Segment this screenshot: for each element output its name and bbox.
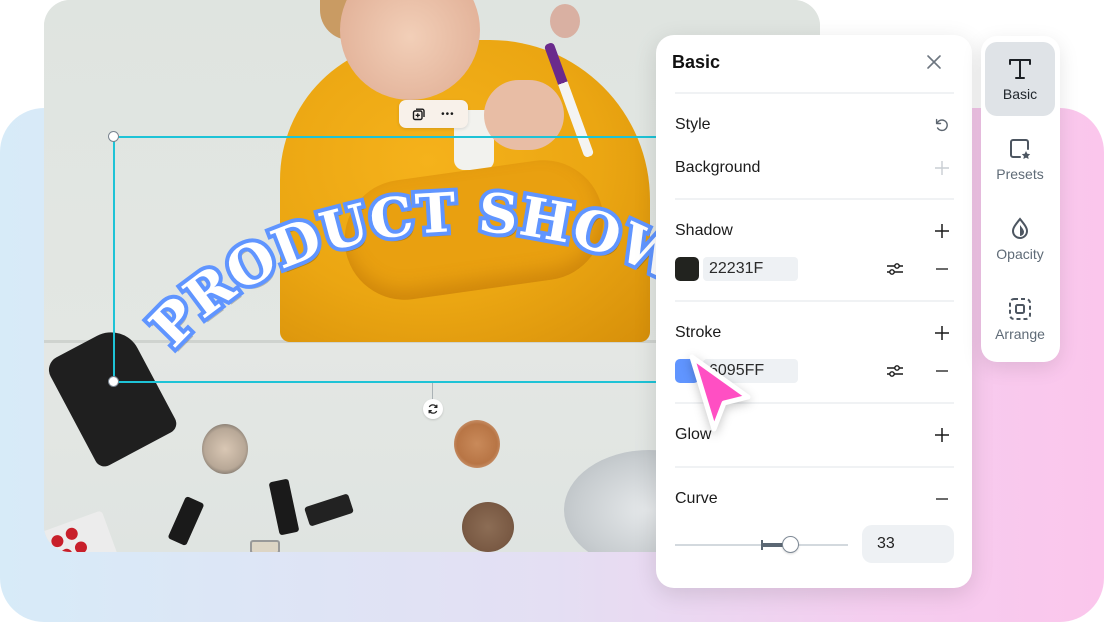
rail-item-basic[interactable]: Basic bbox=[985, 42, 1055, 116]
minus-icon bbox=[936, 498, 948, 500]
curve-slider[interactable] bbox=[675, 535, 848, 555]
stroke-color-swatch[interactable] bbox=[675, 359, 699, 383]
curve-label: Curve bbox=[675, 490, 718, 507]
arrange-icon bbox=[1009, 298, 1031, 320]
rail-item-presets[interactable]: Presets bbox=[985, 122, 1055, 196]
panel-title: Basic bbox=[672, 52, 721, 72]
add-stroke-button[interactable] bbox=[932, 323, 952, 343]
duplicate-icon bbox=[413, 108, 426, 121]
remove-stroke-button[interactable] bbox=[932, 361, 952, 381]
photo-small-compact bbox=[250, 540, 280, 552]
rail-item-opacity[interactable]: Opacity bbox=[985, 202, 1055, 276]
stroke-label: Stroke bbox=[675, 324, 722, 341]
rotate-button[interactable] bbox=[423, 399, 443, 419]
rail-label-basic: Basic bbox=[1002, 86, 1038, 102]
minus-icon bbox=[936, 268, 948, 270]
close-icon bbox=[927, 55, 941, 69]
curve-value-input[interactable]: 33 bbox=[862, 525, 954, 563]
shadow-adjust-button[interactable] bbox=[885, 259, 905, 279]
glow-label: Glow bbox=[675, 426, 712, 443]
sliders-icon bbox=[887, 365, 903, 377]
duplicate-button[interactable] bbox=[412, 107, 426, 121]
add-glow-button[interactable] bbox=[932, 425, 952, 445]
add-shadow-button[interactable] bbox=[932, 221, 952, 241]
photo-jar bbox=[454, 420, 500, 468]
rail-item-arrange[interactable]: Arrange bbox=[985, 282, 1055, 356]
add-background-button[interactable] bbox=[932, 158, 952, 178]
more-options-button[interactable]: ••• bbox=[441, 109, 455, 120]
plus-icon bbox=[935, 428, 949, 442]
style-label: Style bbox=[675, 116, 711, 133]
slider-thumb[interactable] bbox=[782, 536, 800, 553]
divider bbox=[675, 92, 954, 94]
properties-rail: Basic Presets Opacity Arrange bbox=[981, 36, 1060, 362]
divider bbox=[675, 466, 954, 468]
plus-icon bbox=[935, 161, 949, 175]
photo-jar bbox=[202, 424, 248, 474]
presets-icon bbox=[1010, 139, 1031, 159]
remove-shadow-button[interactable] bbox=[932, 259, 952, 279]
divider bbox=[675, 300, 954, 302]
floating-toolbar: ••• bbox=[399, 100, 468, 128]
more-icon: ••• bbox=[441, 108, 455, 120]
divider bbox=[675, 402, 954, 404]
photo-compact bbox=[462, 502, 514, 552]
shadow-color-input[interactable]: 22231F bbox=[703, 257, 798, 281]
close-button[interactable] bbox=[924, 52, 944, 72]
minus-icon bbox=[936, 370, 948, 372]
photo-hand bbox=[484, 80, 564, 150]
background-label: Background bbox=[675, 159, 761, 176]
reset-style-button[interactable] bbox=[932, 115, 952, 135]
shadow-label: Shadow bbox=[675, 222, 733, 239]
reset-icon bbox=[935, 118, 948, 132]
plus-icon bbox=[935, 326, 949, 340]
plus-icon bbox=[935, 224, 949, 238]
stroke-adjust-button[interactable] bbox=[885, 361, 905, 381]
stroke-color-input[interactable]: 6095FF bbox=[703, 359, 798, 383]
photo-brush-head bbox=[550, 4, 580, 38]
text-icon bbox=[1009, 59, 1031, 79]
rail-label-opacity: Opacity bbox=[996, 246, 1044, 262]
rail-label-presets: Presets bbox=[996, 166, 1044, 182]
divider bbox=[675, 198, 954, 200]
rail-label-arrange: Arrange bbox=[995, 326, 1045, 342]
slider-center-tick bbox=[760, 540, 763, 550]
remove-curve-button[interactable] bbox=[932, 489, 952, 509]
rotate-icon bbox=[428, 404, 438, 414]
text-properties-panel: Basic Style Background Shadow 22231F Str… bbox=[656, 35, 972, 588]
shadow-color-swatch[interactable] bbox=[675, 257, 699, 281]
sliders-icon bbox=[887, 263, 903, 275]
opacity-icon bbox=[1011, 217, 1029, 239]
